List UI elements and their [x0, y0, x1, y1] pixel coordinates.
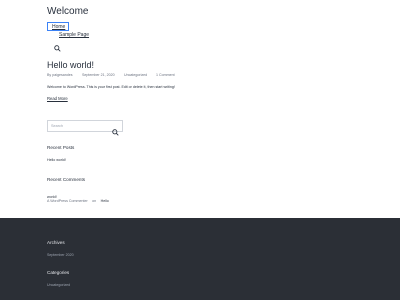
post-category[interactable]: Uncategorized — [124, 73, 147, 77]
site-title[interactable]: Welcome — [47, 6, 89, 17]
read-more-link[interactable]: Read More — [47, 96, 68, 101]
categories-title: Categories — [47, 270, 70, 275]
archives-title: Archives — [47, 240, 65, 245]
archive-link[interactable]: September 2020 — [47, 253, 74, 257]
post-title[interactable]: Hello world! — [47, 60, 94, 70]
post-comments-link[interactable]: 1 Comment — [156, 73, 175, 77]
comment-on-text: on — [92, 199, 97, 203]
search-button-icon[interactable] — [112, 123, 119, 136]
commented-post-link[interactable]: Hello — [101, 199, 109, 203]
post-date[interactable]: September 21, 2020 — [82, 73, 115, 77]
category-link[interactable]: Uncategorized — [47, 283, 70, 287]
site-footer — [0, 218, 400, 300]
post-author[interactable]: By paigesandes — [47, 73, 73, 77]
nav-item-home[interactable]: Home — [52, 24, 65, 30]
recent-posts-title: Recent Posts — [47, 145, 75, 150]
commented-post-link-continued[interactable]: world! — [47, 195, 57, 199]
nav-item-sample-page[interactable]: Sample Page — [59, 32, 89, 38]
recent-comments-title: Recent Comments — [47, 177, 86, 182]
commenter-name[interactable]: A WordPress Commenter — [47, 199, 88, 203]
recent-post-link[interactable]: Hello world! — [47, 158, 66, 162]
post-excerpt: Welcome to WordPress. This is your first… — [47, 85, 175, 89]
search-placeholder: Search — [51, 124, 64, 128]
search-icon[interactable] — [54, 39, 61, 52]
